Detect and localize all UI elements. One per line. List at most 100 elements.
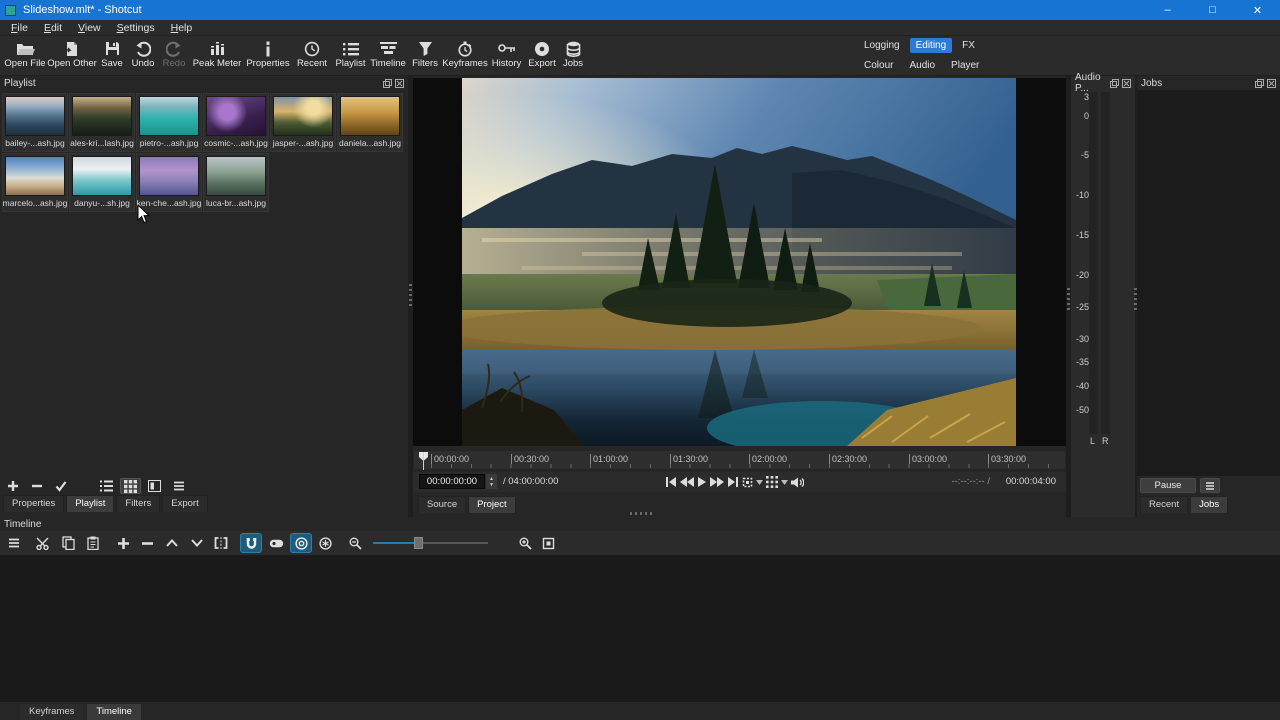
ripple-all-tracks-toggle[interactable] [314,533,336,553]
tab-export[interactable]: Export [162,495,207,512]
layout-logging[interactable]: Logging [858,38,906,53]
skip-next-button[interactable] [727,474,739,490]
fast-forward-button[interactable] [710,474,724,490]
paste-button[interactable] [82,533,104,553]
loop-dropdown-caret[interactable] [756,474,763,490]
rewind-button[interactable] [680,474,694,490]
tab-keyframes[interactable]: Keyframes [20,704,83,720]
playlist-button[interactable]: Playlist [332,39,369,73]
playlist-menu-button[interactable] [168,478,189,494]
update-item-button[interactable] [50,478,71,494]
view-details-button[interactable] [96,478,117,494]
tab-project[interactable]: Project [468,496,516,513]
filters-button[interactable]: Filters [407,39,443,73]
ripple-delete-button[interactable] [136,533,158,553]
close-panel-icon[interactable] [395,79,404,88]
layout-editing[interactable]: Editing [910,38,953,53]
open-other-button[interactable]: Open Other [48,39,96,73]
jobs-menu-button[interactable] [1200,478,1220,493]
titlebar[interactable]: Slideshow.mlt* - Shotcut – □ ✕ [0,0,1280,20]
menu-view[interactable]: View [71,21,108,35]
playlist-item[interactable]: marcelo...ash.jpg [2,153,68,212]
zoom-out-button[interactable] [344,533,366,553]
layout-colour[interactable]: Colour [858,58,899,73]
maximize-button[interactable]: □ [1190,0,1235,20]
save-button[interactable]: Save [96,39,128,73]
close-button[interactable]: ✕ [1235,0,1280,20]
copy-button[interactable] [57,533,79,553]
jobs-list[interactable] [1137,90,1280,476]
zoom-slider-handle[interactable] [414,537,423,549]
append-button[interactable] [112,533,134,553]
undo-button[interactable]: Undo [128,39,158,73]
split-button[interactable] [210,533,232,553]
splitter-handle[interactable] [1134,288,1137,310]
ripple-toggle[interactable] [290,533,312,553]
history-button[interactable]: History [487,39,526,73]
tab-source[interactable]: Source [418,496,466,513]
recent-button[interactable]: Recent [292,39,332,73]
overwrite-button[interactable] [186,533,208,553]
layout-player[interactable]: Player [945,58,985,73]
splitter-handle[interactable] [409,284,412,306]
jobs-button[interactable]: Jobs [558,39,588,73]
tab-jobs[interactable]: Jobs [1190,496,1228,513]
float-panel-icon[interactable] [1255,79,1264,88]
playlist-item[interactable]: ales-kri...lash.jpg [69,93,135,152]
play-button[interactable] [697,474,707,490]
cut-button[interactable] [32,533,54,553]
playlist-item[interactable]: pietro-...ash.jpg [136,93,202,152]
current-time-field[interactable]: 00:00:00:00 [419,474,485,489]
scrub-while-dragging-toggle[interactable] [265,533,287,553]
video-preview[interactable] [413,78,1066,446]
splitter-handle[interactable] [1067,288,1070,310]
layout-audio[interactable]: Audio [903,58,941,73]
properties-button[interactable]: Properties [244,39,292,73]
time-spinner[interactable]: ▲▼ [486,474,497,489]
volume-button[interactable] [791,474,804,490]
timeline-zoom-slider[interactable] [373,542,488,544]
skip-previous-button[interactable] [665,474,677,490]
tab-playlist[interactable]: Playlist [66,495,114,512]
export-button[interactable]: Export [526,39,558,73]
add-item-button[interactable] [2,478,23,494]
peak-meter-button[interactable]: Peak Meter [190,39,244,73]
playlist-item[interactable]: bailey-...ash.jpg [2,93,68,152]
close-panel-icon[interactable] [1122,79,1131,88]
playlist-item[interactable]: daniela...ash.jpg [337,93,403,152]
playlist-item[interactable]: luca-br...ash.jpg [203,153,269,212]
player-scrub-ruler[interactable]: 00:00:00 00:30:00 01:00:00 01:30:00 02:0… [413,450,1066,470]
minimize-button[interactable]: – [1145,0,1190,20]
zoom-in-button[interactable] [514,533,536,553]
float-panel-icon[interactable] [383,79,392,88]
playlist-item[interactable]: cosmic-...ash.jpg [203,93,269,152]
layout-fx[interactable]: FX [956,38,981,53]
lift-button[interactable] [161,533,183,553]
open-file-button[interactable]: Open File [2,39,48,73]
redo-button[interactable]: Redo [158,39,190,73]
playlist-item[interactable]: jasper-...ash.jpg [270,93,336,152]
loop-in-out-button[interactable] [742,474,753,490]
pause-jobs-button[interactable]: Pause [1140,478,1196,493]
zoom-fit-button[interactable] [537,533,559,553]
menu-file[interactable]: File [4,21,35,35]
timeline-button[interactable]: Timeline [369,39,407,73]
splitter-handle[interactable] [630,512,652,515]
remove-item-button[interactable] [26,478,47,494]
tab-filters[interactable]: Filters [116,495,160,512]
menu-edit[interactable]: Edit [37,21,69,35]
timeline-menu-button[interactable] [3,533,25,553]
grid-button[interactable] [766,474,778,490]
menu-help[interactable]: Help [164,21,200,35]
view-icons-button[interactable] [120,478,141,494]
view-tiles-button[interactable] [144,478,165,494]
snap-toggle[interactable] [240,533,262,553]
playlist-item[interactable]: ken-che...ash.jpg [136,153,202,212]
close-panel-icon[interactable] [1267,79,1276,88]
timeline-tracks[interactable] [0,556,1280,702]
keyframes-button[interactable]: Keyframes [443,39,487,73]
tab-timeline[interactable]: Timeline [87,704,141,720]
float-panel-icon[interactable] [1110,79,1119,88]
playlist-item[interactable]: danyu-...sh.jpg [69,153,135,212]
grid-dropdown-caret[interactable] [781,474,788,490]
